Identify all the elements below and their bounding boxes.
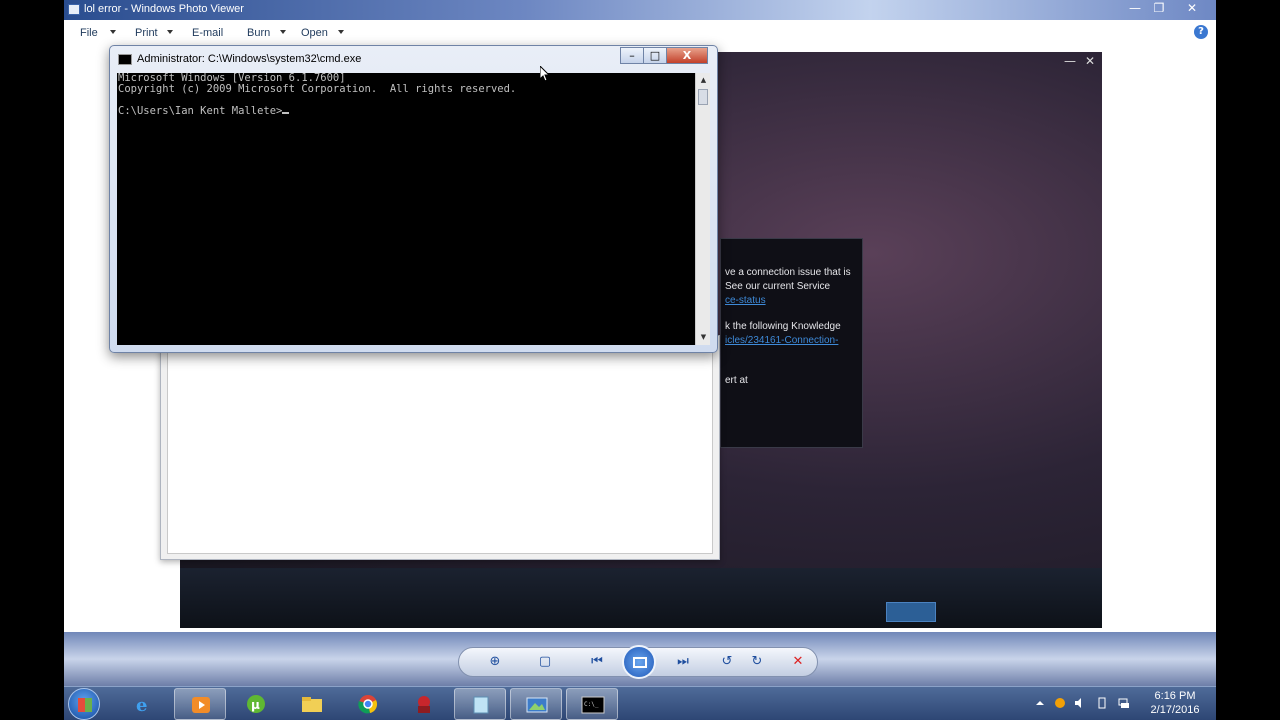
minimize-button[interactable]: — — [1124, 0, 1146, 17]
previous-icon[interactable]: ⏮ — [584, 653, 610, 671]
chevron-down-icon[interactable] — [338, 30, 344, 34]
cmd-close-button[interactable]: X — [666, 47, 708, 64]
background-window — [160, 335, 720, 560]
menu-file[interactable]: File — [80, 27, 98, 39]
clock-date: 2/17/2016 — [1150, 704, 1200, 716]
system-clock[interactable]: 6:16 PM 2/17/2016 — [1140, 689, 1210, 717]
scroll-thumb[interactable] — [698, 89, 708, 105]
next-icon[interactable]: ⏭ — [670, 653, 696, 671]
screen: lol error - Windows Photo Viewer — ❐ ✕ F… — [64, 0, 1216, 720]
chrome-icon[interactable] — [342, 688, 394, 720]
background-window-content — [167, 346, 713, 554]
console-prompt: C:\Users\Ian Kent Mallete> — [118, 105, 283, 117]
console-prompt-line: C:\Users\Ian Kent Mallete> — [118, 106, 694, 117]
cmd-minimize-button[interactable]: – — [620, 47, 644, 64]
dialog-text: k the following Knowledge — [725, 321, 841, 332]
tray-app-icon[interactable] — [1054, 697, 1066, 709]
scrollbar[interactable] — [700, 347, 712, 553]
slideshow-button[interactable] — [622, 645, 656, 679]
folder-icon[interactable] — [286, 688, 338, 720]
game-app-icon[interactable] — [398, 688, 450, 720]
chevron-down-icon[interactable] — [110, 30, 116, 34]
cmd-scrollbar[interactable]: ▲ ▼ — [695, 73, 710, 345]
svg-text:µ: µ — [251, 698, 260, 712]
photo-viewer-menubar: File Print E-mail Burn Open ? — [64, 20, 1216, 46]
rotate-ccw-icon[interactable]: ↺ — [714, 653, 740, 671]
svg-text:e: e — [136, 695, 147, 714]
utorrent-icon[interactable]: µ — [230, 688, 282, 720]
menu-print[interactable]: Print — [135, 27, 158, 39]
menu-open[interactable]: Open — [301, 27, 328, 39]
dialog-text: ert at — [725, 375, 748, 386]
photo-viewer-titlebar[interactable]: lol error - Windows Photo Viewer — ❐ ✕ — [64, 0, 1216, 20]
windows-logo-icon — [78, 698, 92, 712]
chat-icon — [886, 602, 936, 622]
maximize-button[interactable]: ❐ — [1148, 0, 1170, 17]
help-icon[interactable]: ? — [1194, 25, 1208, 39]
clock-time: 6:16 PM — [1154, 690, 1196, 702]
slideshow-icon — [633, 657, 647, 668]
game-close-icon: ✕ — [1085, 54, 1096, 68]
notepad-icon[interactable] — [454, 688, 506, 720]
start-button[interactable] — [68, 688, 100, 720]
photo-viewer-title: lol error - Windows Photo Viewer — [84, 3, 244, 15]
fit-to-window-icon[interactable]: ▢ — [532, 653, 558, 671]
scroll-up-icon[interactable]: ▲ — [696, 73, 711, 88]
internet-explorer-icon[interactable]: e — [118, 688, 170, 720]
text-cursor — [282, 112, 290, 114]
console-output[interactable]: Microsoft Windows [Version 6.1.7600] Cop… — [117, 73, 695, 345]
rotate-cw-icon[interactable]: ↻ — [744, 653, 770, 671]
connection-error-dialog: ve a connection issue that is See our cu… — [720, 238, 863, 448]
letterbox-left — [0, 0, 64, 720]
volume-icon[interactable] — [1074, 697, 1086, 709]
power-icon[interactable] — [1096, 697, 1108, 709]
zoom-icon[interactable]: ⊕ — [482, 653, 508, 671]
chevron-down-icon[interactable] — [167, 30, 173, 34]
show-hidden-icons-icon[interactable] — [1034, 697, 1046, 709]
dialog-link: ce-status — [725, 295, 766, 306]
console-line: Copyright (c) 2009 Microsoft Corporation… — [118, 83, 517, 95]
menu-burn[interactable]: Burn — [247, 27, 270, 39]
letterbox-right — [1216, 0, 1280, 720]
dialog-link: icles/234161-Connection- — [725, 335, 839, 346]
cmd-icon — [118, 54, 132, 65]
cmd-taskbar-icon[interactable]: C:\_ — [566, 688, 618, 720]
network-icon[interactable] — [1118, 697, 1130, 709]
cmd-window[interactable]: Administrator: C:\Windows\system32\cmd.e… — [109, 45, 718, 353]
game-minimize-icon: — — [1064, 54, 1076, 68]
svg-text:C:\_: C:\_ — [584, 701, 599, 708]
taskbar: e µ C:\_ 6:16 PM 2/17/2016 — [64, 686, 1216, 720]
mouse-cursor-icon — [540, 66, 550, 82]
delete-icon[interactable]: ✕ — [785, 653, 811, 671]
scroll-down-icon[interactable]: ▼ — [696, 330, 711, 345]
cmd-maximize-button[interactable]: □ — [643, 47, 667, 64]
photo-viewer-taskbar-icon[interactable] — [510, 688, 562, 720]
dialog-text: See our current Service — [725, 281, 831, 292]
menu-email[interactable]: E-mail — [192, 27, 223, 39]
game-bottom-bar — [180, 568, 1102, 628]
close-button[interactable]: ✕ — [1172, 0, 1212, 17]
chevron-down-icon[interactable] — [280, 30, 286, 34]
cmd-title: Administrator: C:\Windows\system32\cmd.e… — [137, 53, 362, 65]
photo-viewer-app-icon — [68, 4, 80, 15]
photo-viewer-toolbar: ⊕ ▢ ⏮ ⏭ ↺ ↻ ✕ — [64, 632, 1216, 686]
media-player-icon[interactable] — [174, 688, 226, 720]
dialog-text: ve a connection issue that is — [725, 267, 851, 278]
